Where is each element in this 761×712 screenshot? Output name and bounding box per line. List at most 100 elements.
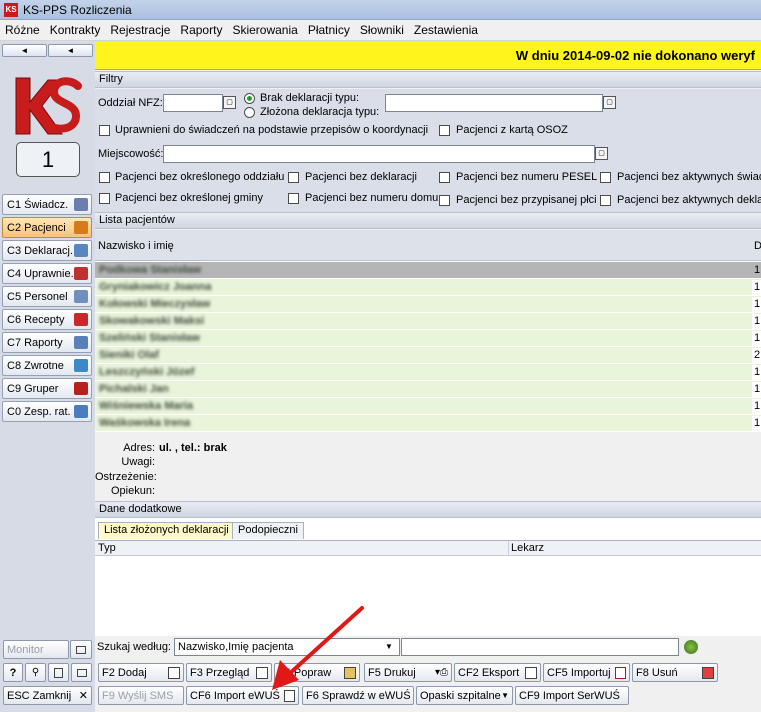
checkbox-bez-deklaracji[interactable] (288, 172, 299, 183)
table-row[interactable]: Podkowa Stanisław 1 (95, 262, 761, 279)
bez-numeru-domu-label: Pacjenci bez numeru domu (305, 192, 439, 204)
radio-brak-deklaracji[interactable] (244, 93, 255, 104)
app-icon: KS (4, 2, 18, 17)
uwagi-label: Uwagi: (121, 456, 155, 468)
miejscowosc-dropdown-icon[interactable]: ▢ (595, 147, 608, 160)
table-row[interactable]: Wiśniewska Maria 1 (95, 398, 761, 415)
menu-platnicy[interactable]: Płatnicy (303, 23, 355, 37)
checkbox-osoz[interactable] (439, 125, 450, 136)
menu-kontrakty[interactable]: Kontrakty (45, 23, 106, 37)
patient-icon (74, 221, 88, 234)
table-row[interactable]: Pichalski Jan 1 (95, 381, 761, 398)
chevron-down-icon[interactable]: ▼ (382, 640, 396, 654)
mail-icon (76, 668, 87, 677)
menu-raporty[interactable]: Raporty (175, 23, 227, 37)
checkbox-bez-aktywnych-swiadczen[interactable] (600, 172, 611, 183)
table-row[interactable]: Gryniakowicz Joanna 1 (95, 279, 761, 296)
eksport-button[interactable]: CF2 Eksport (454, 663, 541, 682)
esc-close-button[interactable]: ESC Zamknij ✕ (3, 686, 92, 705)
checkbox-uprawnieni[interactable] (99, 125, 110, 136)
module-c2-pacjenci[interactable]: C2 Pacjenci (2, 217, 92, 238)
counter-display: 1 (16, 142, 80, 177)
wyslij-sms-button[interactable]: F9 Wyślij SMS (98, 686, 184, 705)
module-c9-gruper[interactable]: C9 Gruper (2, 378, 92, 399)
nav-right-button[interactable]: ◄ (48, 44, 93, 57)
key-button[interactable]: ⚲ (25, 663, 46, 682)
new-document-icon (168, 666, 180, 679)
module-c7-raporty[interactable]: C7 Raporty (2, 332, 92, 353)
table-row[interactable]: Leszczyński Józef 1 (95, 364, 761, 381)
tab-lista-deklaracji[interactable]: Lista złożonych deklaracji (98, 522, 235, 539)
table-row[interactable]: Waśkowska Irena 1 (95, 415, 761, 432)
document-icon (74, 198, 88, 211)
column-d[interactable]: D (754, 240, 761, 252)
sprawdz-ewus-button[interactable]: F6 Sprawdź w eWUŚ (302, 686, 414, 705)
column-typ[interactable]: Typ (98, 542, 116, 554)
monitor-extra-button[interactable] (70, 640, 92, 659)
menu-skierowania[interactable]: Skierowania (227, 23, 302, 37)
adres-value: ul. , tel.: brak (159, 442, 227, 454)
popraw-button[interactable]: F4 Popraw (274, 663, 360, 682)
module-c1-swiadczenia[interactable]: C1 Świadcz. (2, 194, 92, 215)
prescription-icon (74, 313, 88, 326)
table-row[interactable]: Skowakowski Maksi 1 (95, 313, 761, 330)
module-label: C7 Raporty (7, 336, 63, 349)
calculator-button[interactable] (48, 663, 69, 682)
column-lekarz[interactable]: Lekarz (511, 542, 544, 554)
checkbox-bez-oddzialu[interactable] (99, 172, 110, 183)
checkbox-bez-gminy[interactable] (99, 193, 110, 204)
drukuj-button[interactable]: F5 Drukuj ▾⎙ (364, 663, 452, 682)
bez-aktywnych-swiadczen-label: Pacjenci bez aktywnych świad (617, 171, 761, 183)
module-c8-zwrotne[interactable]: C8 Zwrotne (2, 355, 92, 376)
ks-logo (15, 77, 82, 135)
nav-left-button[interactable]: ◄ (2, 44, 47, 57)
menu-bar: Różne Kontrakty Rejestracje Raporty Skie… (0, 20, 761, 41)
menu-rozne[interactable]: Różne (0, 23, 45, 37)
checkbox-bez-plci[interactable] (439, 195, 450, 206)
importuj-button[interactable]: CF5 Importuj (543, 663, 630, 682)
column-nazwisko[interactable]: Nazwisko i imię (98, 240, 174, 252)
module-c0-zesp-rat[interactable]: C0 Zesp. rat. (2, 401, 92, 422)
main-panel: W dniu 2014-09-02 nie dokonano weryf Fil… (95, 42, 761, 712)
table-row[interactable]: Sieniki Olaf 2 (95, 347, 761, 364)
przeglad-button[interactable]: F3 Przegląd (186, 663, 272, 682)
module-c5-personel[interactable]: C5 Personel (2, 286, 92, 307)
checkbox-bez-aktywnych-deklaracji[interactable] (600, 195, 611, 206)
import-serwus-button[interactable]: CF9 Import SerWUŚ (515, 686, 629, 705)
dane-dodatkowe-header: Dane dodatkowe (95, 501, 761, 518)
deklaracja-typ-input[interactable] (385, 94, 603, 112)
table-row[interactable]: Kołowski Mieczysław 1 (95, 296, 761, 313)
permissions-icon (74, 267, 88, 280)
chevron-down-icon: ▼ (501, 691, 509, 700)
bez-deklaracji-label: Pacjenci bez deklaracji (305, 171, 417, 183)
bez-aktywnych-deklaracji-label: Pacjenci bez aktywnych dekla (617, 194, 761, 206)
search-go-icon[interactable] (684, 640, 698, 654)
usun-button[interactable]: F8 Usuń (632, 663, 718, 682)
menu-rejestracje[interactable]: Rejestracje (105, 23, 175, 37)
import-ewus-button[interactable]: CF6 Import eWUŚ (186, 686, 299, 705)
oddzial-dropdown-icon[interactable]: ▢ (223, 96, 236, 109)
module-c3-deklaracje[interactable]: C3 Deklaracj. (2, 240, 92, 261)
monitor-button[interactable]: Monitor (3, 640, 69, 659)
module-c6-recepty[interactable]: C6 Recepty (2, 309, 92, 330)
checkbox-bez-numeru-domu[interactable] (288, 193, 299, 204)
window-title: KS-PPS Rozliczenia (23, 2, 132, 17)
search-field-select[interactable]: Nazwisko,Imię pacjenta (174, 638, 400, 656)
module-c4-uprawnienia[interactable]: C4 Uprawnie. (2, 263, 92, 284)
tab-podopieczni[interactable]: Podopieczni (232, 522, 304, 539)
dodaj-button[interactable]: F2 Dodaj (98, 663, 184, 682)
mail-button[interactable] (71, 663, 92, 682)
table-row[interactable]: Szeliński Stanisław 1 (95, 330, 761, 347)
menu-slowniki[interactable]: Słowniki (355, 23, 409, 37)
oddzial-input[interactable] (163, 94, 223, 112)
delete-icon (702, 666, 714, 679)
menu-zestawienia[interactable]: Zestawienia (409, 23, 483, 37)
checkbox-bez-pesel[interactable] (439, 172, 450, 183)
opaski-szpitalne-button[interactable]: Opaski szpitalne ▼ (416, 686, 513, 705)
radio-zlozona-deklaracja[interactable] (244, 107, 255, 118)
miejscowosc-input[interactable] (163, 145, 595, 163)
search-input[interactable] (401, 638, 679, 656)
deklaracja-dropdown-icon[interactable]: ▢ (603, 96, 616, 109)
radio-brak-label: Brak deklaracji typu: (260, 92, 360, 104)
help-button[interactable]: ? (3, 663, 23, 682)
